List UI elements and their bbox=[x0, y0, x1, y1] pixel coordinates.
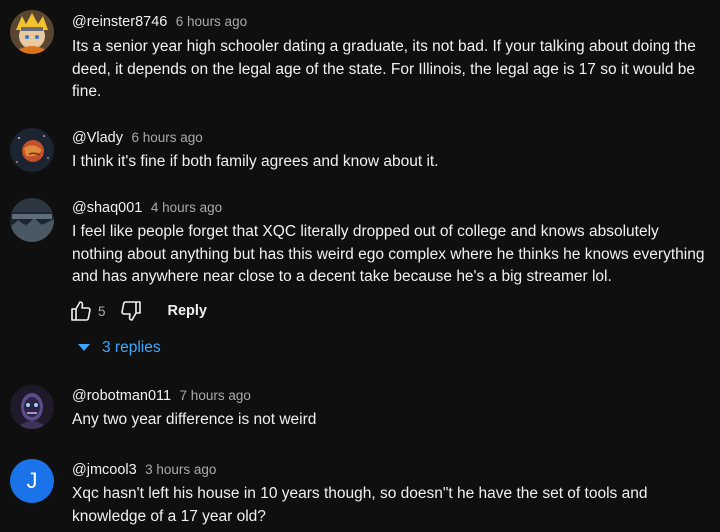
comment-header: @robotman011 7 hours ago bbox=[72, 387, 251, 405]
planet-avatar-icon bbox=[10, 128, 54, 172]
view-replies-button[interactable]: 3 replies bbox=[78, 337, 161, 359]
comment-timestamp[interactable]: 7 hours ago bbox=[180, 388, 251, 403]
comment-text: Any two year difference is not weird bbox=[72, 411, 317, 428]
comment-timestamp[interactable]: 3 hours ago bbox=[145, 462, 216, 477]
comment-header: @jmcool3 3 hours ago bbox=[72, 461, 216, 479]
comment-text: Xqc hasn't left his house in 10 years th… bbox=[72, 485, 648, 525]
caret-down-icon bbox=[78, 344, 90, 351]
comment-author[interactable]: @reinster8746 bbox=[72, 14, 167, 30]
comment-header: @shaq001 4 hours ago bbox=[72, 199, 222, 217]
like-count: 5 bbox=[98, 303, 106, 319]
comment-timestamp[interactable]: 6 hours ago bbox=[131, 130, 202, 145]
replies-count-label[interactable]: 3 replies bbox=[102, 339, 161, 357]
anime-character-avatar-icon bbox=[10, 10, 54, 54]
avatar[interactable] bbox=[10, 128, 54, 172]
dislike-button[interactable] bbox=[118, 298, 144, 324]
avatar[interactable]: J bbox=[10, 459, 54, 503]
comment-author[interactable]: @shaq001 bbox=[72, 200, 142, 216]
dark-landscape-avatar-icon bbox=[10, 198, 54, 242]
thumbs-down-icon bbox=[120, 301, 141, 321]
reply-button[interactable]: Reply bbox=[168, 303, 208, 319]
like-button[interactable] bbox=[68, 298, 94, 324]
avatar-letter: J bbox=[26, 468, 38, 493]
thumbs-up-icon bbox=[71, 301, 91, 321]
comment-author[interactable]: @Vlady bbox=[72, 130, 123, 146]
avatar[interactable] bbox=[10, 198, 54, 242]
comment-text: Its a senior year high schooler dating a… bbox=[72, 38, 696, 100]
comment-header: @Vlady 6 hours ago bbox=[72, 129, 203, 147]
comment-header: @reinster8746 6 hours ago bbox=[72, 13, 247, 31]
comment-actions: 5 Reply bbox=[68, 298, 207, 324]
comment-text: I feel like people forget that XQC liter… bbox=[72, 223, 705, 285]
comment-author[interactable]: @robotman011 bbox=[72, 388, 171, 404]
robot-avatar-icon bbox=[10, 385, 54, 429]
comment-author[interactable]: @jmcool3 bbox=[72, 462, 137, 478]
avatar[interactable] bbox=[10, 10, 54, 54]
comment-timestamp[interactable]: 6 hours ago bbox=[176, 14, 247, 29]
comment-text: I think it's fine if both family agrees … bbox=[72, 153, 439, 170]
avatar[interactable] bbox=[10, 385, 54, 429]
comment-timestamp[interactable]: 4 hours ago bbox=[151, 200, 222, 215]
